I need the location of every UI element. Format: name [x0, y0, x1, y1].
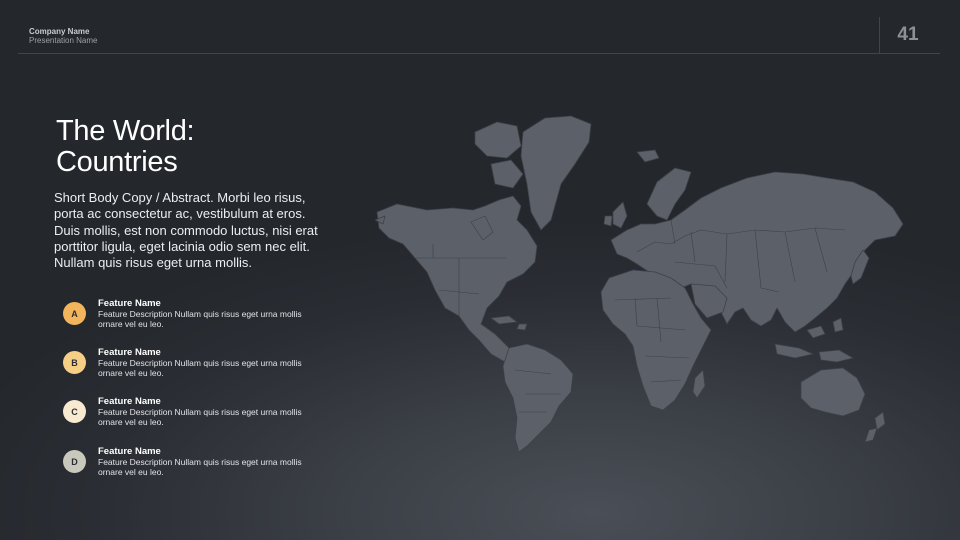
greenland-shape: [520, 115, 592, 231]
feature-name: Feature Name: [98, 298, 161, 309]
south-america-shape: [502, 343, 574, 453]
feature-badge-a: A: [63, 302, 86, 325]
feature-name: Feature Name: [98, 396, 161, 407]
company-name: Company Name: [29, 27, 90, 36]
feature-badge-b: B: [63, 351, 86, 374]
page-number: 41: [897, 24, 919, 45]
feature-name: Feature Name: [98, 446, 161, 457]
feature-item-d: D Feature Name Feature Description Nulla…: [63, 446, 303, 490]
header-divider: [18, 53, 940, 54]
body-copy: Short Body Copy / Abstract. Morbi leo ri…: [54, 190, 318, 271]
slide-title: The World: Countries: [56, 115, 195, 178]
feature-description: Feature Description Nullam quis risus eg…: [98, 407, 302, 427]
australia-shape: [800, 367, 866, 417]
world-map: [374, 112, 910, 457]
feature-description: Feature Description Nullam quis risus eg…: [98, 457, 302, 477]
header-vertical-divider: [879, 17, 880, 53]
feature-badge-c: C: [63, 400, 86, 423]
north-america-shape: [376, 195, 538, 363]
feature-badge-d: D: [63, 450, 86, 473]
world-map-icon: [374, 115, 904, 453]
feature-item-b: B Feature Name Feature Description Nulla…: [63, 347, 303, 391]
feature-name: Feature Name: [98, 347, 161, 358]
feature-item-a: A Feature Name Feature Description Nulla…: [63, 298, 303, 342]
slide-header: Company Name Presentation Name 41: [0, 0, 960, 54]
presentation-name: Presentation Name: [29, 36, 98, 45]
arctic-islands-shape: [474, 121, 522, 159]
feature-description: Feature Description Nullam quis risus eg…: [98, 358, 302, 378]
feature-item-c: C Feature Name Feature Description Nulla…: [63, 396, 303, 440]
feature-description: Feature Description Nullam quis risus eg…: [98, 309, 302, 329]
